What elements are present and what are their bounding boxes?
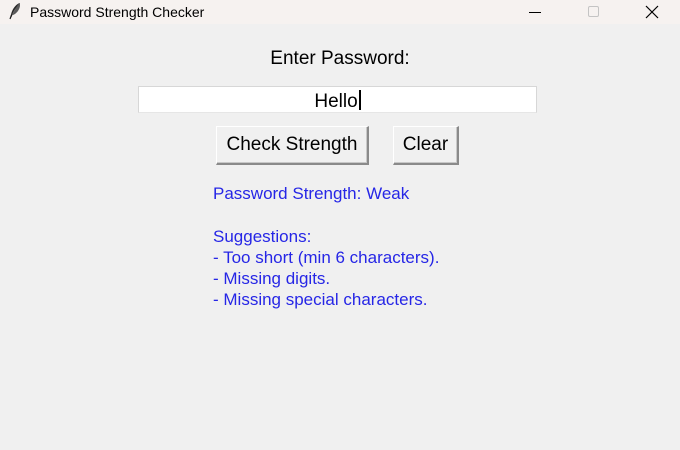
password-value: Hello (314, 91, 358, 112)
maximize-icon (588, 6, 599, 17)
window-title: Password Strength Checker (30, 4, 205, 20)
clear-button[interactable]: Clear (393, 126, 459, 165)
app-window: Password Strength Checker Enter Password… (0, 0, 680, 450)
password-label: Enter Password: (270, 48, 410, 69)
maximize-button[interactable] (570, 0, 616, 24)
password-input-content: Hello (139, 90, 536, 113)
close-button[interactable] (628, 0, 674, 24)
suggestions-heading: Suggestions: (213, 227, 312, 246)
suggestion-item: - Missing special characters. (213, 290, 428, 309)
suggestion-item: - Missing digits. (213, 269, 331, 288)
minimize-button[interactable] (512, 0, 558, 24)
close-icon (645, 5, 659, 19)
result-spacer (213, 204, 439, 226)
feather-icon (7, 2, 23, 20)
title-bar[interactable]: Password Strength Checker (0, 0, 680, 24)
strength-line: Password Strength: Weak (213, 184, 410, 203)
minimize-icon (529, 12, 541, 13)
text-caret (358, 90, 361, 110)
check-strength-button[interactable]: Check Strength (216, 126, 369, 165)
password-input[interactable]: Hello (138, 86, 537, 113)
suggestion-item: - Too short (min 6 characters). (213, 248, 440, 267)
strength-result: Password Strength: Weak Suggestions: - T… (213, 183, 439, 310)
